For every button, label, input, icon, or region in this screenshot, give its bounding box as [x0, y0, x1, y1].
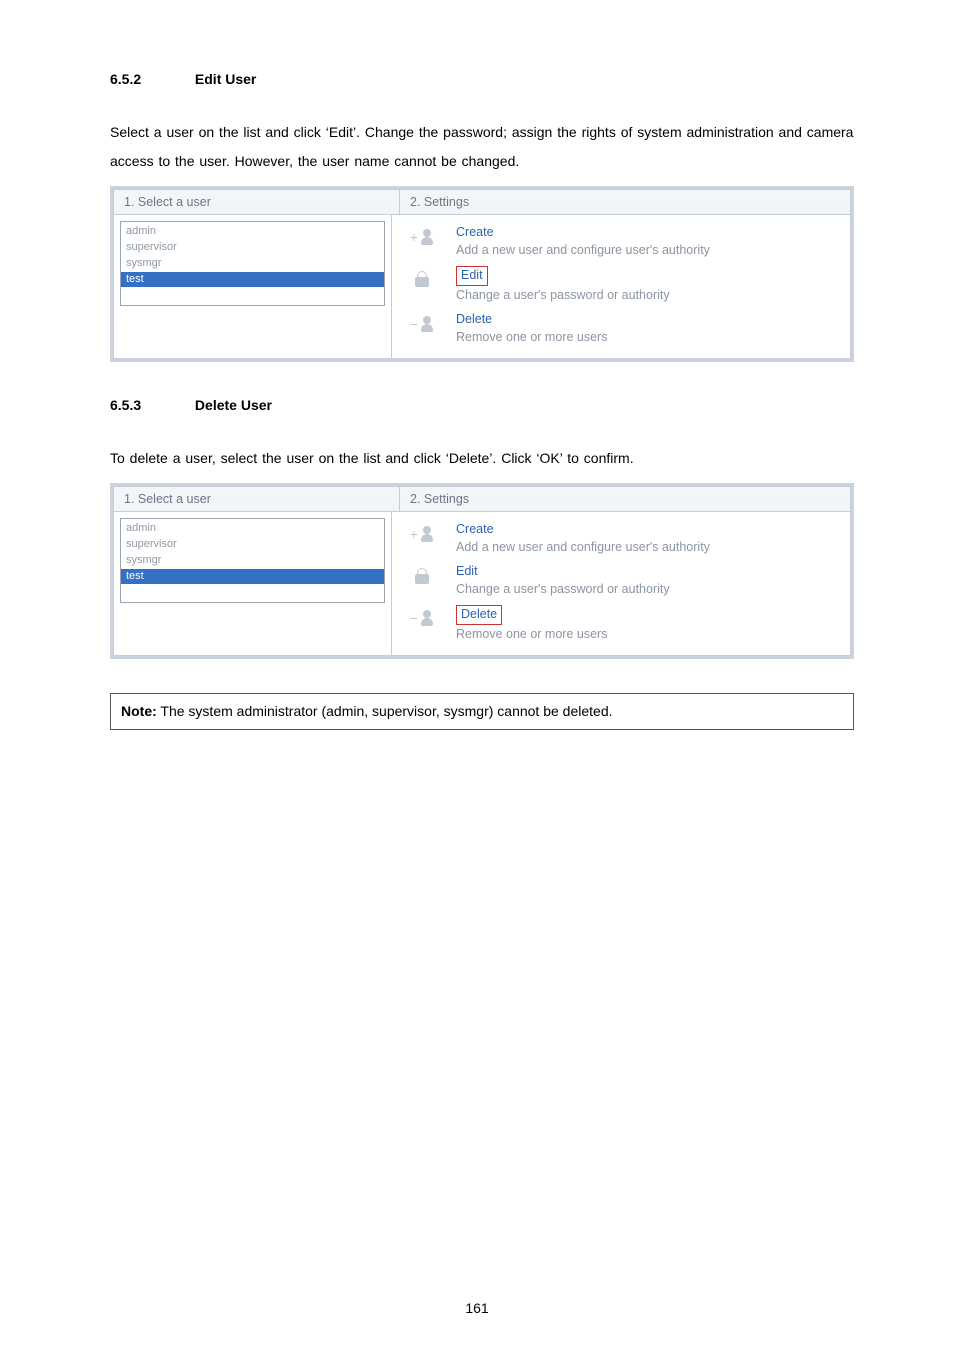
note-label: Note: [121, 703, 157, 719]
user-list[interactable]: admin supervisor sysmgr test [120, 221, 385, 306]
paragraph-delete-user: To delete a user, select the user on the… [110, 444, 854, 473]
create-link[interactable]: Create [456, 224, 710, 242]
paragraph-edit-user: Select a user on the list and click ‘Edi… [110, 118, 854, 177]
section-number: 6.5.3 [110, 396, 141, 416]
lock-icon [400, 561, 444, 591]
create-desc: Add a new user and configure user's auth… [456, 539, 710, 557]
delete-desc: Remove one or more users [456, 626, 607, 644]
panel-header-select-user: 1. Select a user [114, 190, 400, 214]
action-delete[interactable]: − Delete Remove one or more users [400, 306, 840, 348]
add-user-icon: + [400, 222, 444, 252]
add-user-icon: + [400, 519, 444, 549]
list-item[interactable]: supervisor [121, 537, 384, 553]
remove-user-icon: − [400, 309, 444, 339]
list-item[interactable]: supervisor [121, 240, 384, 256]
action-delete[interactable]: − Delete Remove one or more users [400, 600, 840, 645]
edit-desc: Change a user's password or authority [456, 581, 670, 599]
list-item[interactable]: admin [121, 224, 384, 240]
create-desc: Add a new user and configure user's auth… [456, 242, 710, 260]
panel-delete-user: 1. Select a user 2. Settings admin super… [110, 483, 854, 659]
list-item-selected[interactable]: test [121, 569, 384, 585]
edit-link[interactable]: Edit [456, 266, 488, 286]
section-number: 6.5.2 [110, 70, 141, 90]
list-item-selected[interactable]: test [121, 272, 384, 288]
edit-desc: Change a user's password or authority [456, 287, 670, 305]
action-create[interactable]: + Create Add a new user and configure us… [400, 219, 840, 261]
lock-icon [400, 264, 444, 294]
list-item[interactable]: sysmgr [121, 553, 384, 569]
panel-header-settings: 2. Settings [400, 487, 479, 511]
delete-link[interactable]: Delete [456, 605, 502, 625]
user-list[interactable]: admin supervisor sysmgr test [120, 518, 385, 603]
note-text: The system administrator (admin, supervi… [157, 703, 613, 719]
action-create[interactable]: + Create Add a new user and configure us… [400, 516, 840, 558]
delete-desc: Remove one or more users [456, 329, 607, 347]
panel-header-select-user: 1. Select a user [114, 487, 400, 511]
edit-link[interactable]: Edit [456, 563, 670, 581]
list-item[interactable]: sysmgr [121, 256, 384, 272]
action-edit[interactable]: Edit Change a user's password or authori… [400, 558, 840, 600]
section-title: Delete User [195, 396, 272, 416]
panel-edit-user: 1. Select a user 2. Settings admin super… [110, 186, 854, 362]
action-edit[interactable]: Edit Change a user's password or authori… [400, 261, 840, 306]
list-item[interactable]: admin [121, 521, 384, 537]
section-heading-delete-user: 6.5.3 Delete User [110, 396, 854, 416]
remove-user-icon: − [400, 603, 444, 633]
delete-link[interactable]: Delete [456, 311, 607, 329]
create-link[interactable]: Create [456, 521, 710, 539]
note-box: Note: The system administrator (admin, s… [110, 693, 854, 729]
section-title: Edit User [195, 70, 256, 90]
section-heading-edit-user: 6.5.2 Edit User [110, 70, 854, 90]
panel-header-settings: 2. Settings [400, 190, 479, 214]
page-number: 161 [0, 1300, 954, 1316]
